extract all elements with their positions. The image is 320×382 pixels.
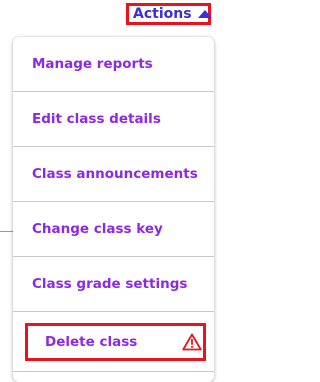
menu-item-class-grade-settings[interactable]: Class grade settings xyxy=(13,257,214,311)
actions-menu: Manage reports Edit class details Class … xyxy=(13,37,214,382)
menu-item-edit-class-details[interactable]: Edit class details xyxy=(13,92,214,146)
menu-item-class-announcements[interactable]: Class announcements xyxy=(13,147,214,201)
menu-item-label: Class announcements xyxy=(32,166,198,182)
menu-item-change-class-key[interactable]: Change class key xyxy=(13,202,214,256)
delete-class-button[interactable]: Delete class xyxy=(25,323,206,361)
actions-button[interactable]: Actions xyxy=(126,3,212,25)
menu-divider xyxy=(13,311,214,312)
menu-item-label: Manage reports xyxy=(32,56,153,72)
menu-item-label: Class grade settings xyxy=(32,276,188,292)
menu-item-manage-reports[interactable]: Manage reports xyxy=(13,37,214,91)
background-divider xyxy=(0,231,14,232)
warning-icon xyxy=(182,333,202,351)
menu-item-label: Edit class details xyxy=(32,111,161,127)
menu-item-label: Change class key xyxy=(32,221,163,237)
delete-class-label: Delete class xyxy=(45,334,138,350)
caret-up-icon xyxy=(197,9,212,18)
actions-label: Actions xyxy=(133,6,192,22)
